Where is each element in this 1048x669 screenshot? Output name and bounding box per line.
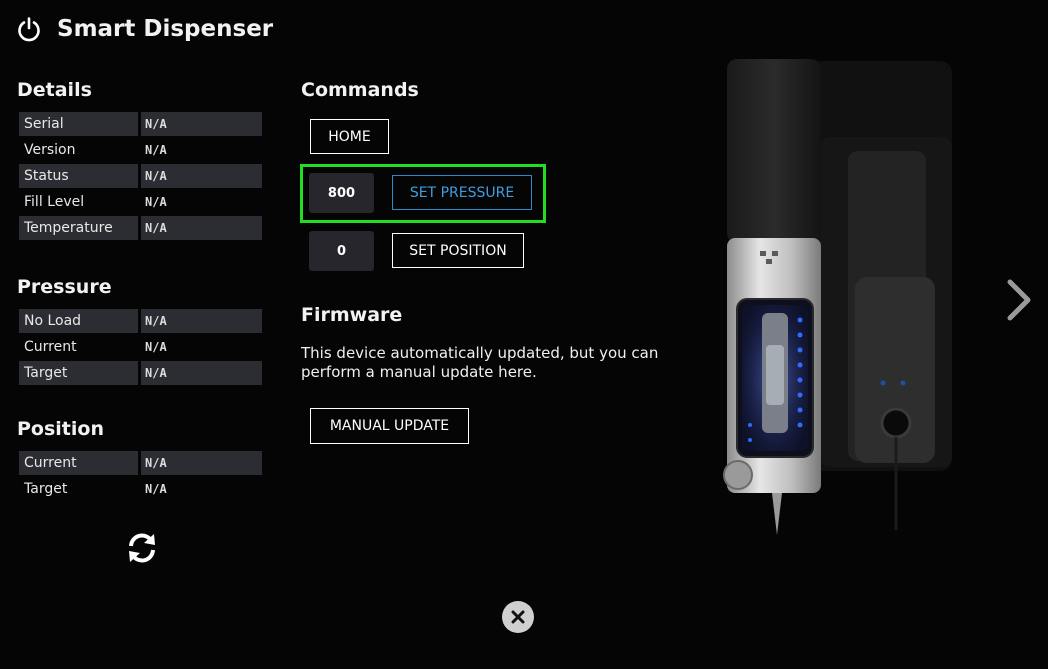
power-icon[interactable] — [16, 16, 42, 42]
close-icon — [511, 610, 525, 624]
row-label: Version — [24, 142, 76, 158]
table-row: Current N/A — [19, 451, 262, 475]
row-value: N/A — [145, 482, 167, 496]
row-label: Status — [19, 164, 138, 188]
table-row: Serial N/A — [19, 112, 262, 136]
row-label: Current — [24, 339, 77, 355]
row-value: N/A — [145, 340, 167, 354]
close-button[interactable] — [502, 601, 534, 633]
row-value: N/A — [141, 216, 262, 240]
row-label: Current — [19, 451, 138, 475]
table-row: Status N/A — [19, 164, 262, 188]
app-header: Smart Dispenser — [16, 12, 273, 46]
row-value: N/A — [145, 195, 167, 209]
row-value: N/A — [141, 361, 262, 385]
refresh-icon[interactable] — [125, 531, 159, 565]
position-table: Current N/A Target N/A — [16, 449, 265, 503]
chevron-right-icon[interactable] — [1002, 276, 1036, 324]
table-row: No Load N/A — [19, 309, 262, 333]
position-input[interactable] — [309, 231, 374, 271]
row-value: N/A — [141, 451, 262, 475]
firmware-description: This device automatically updated, but y… — [301, 344, 659, 381]
row-label: No Load — [19, 309, 138, 333]
details-table: Serial N/A Version N/A Status N/A Fill L… — [16, 110, 265, 242]
firmware-heading: Firmware — [301, 304, 403, 326]
table-row: Target N/A — [19, 477, 262, 501]
row-value: N/A — [141, 309, 262, 333]
commands-heading: Commands — [301, 79, 419, 101]
table-row: Version N/A — [19, 138, 262, 162]
table-row: Target N/A — [19, 361, 262, 385]
row-label: Temperature — [19, 216, 138, 240]
app-title: Smart Dispenser — [57, 16, 274, 42]
row-value: N/A — [141, 112, 262, 136]
table-row: Temperature N/A — [19, 216, 262, 240]
position-heading: Position — [17, 418, 104, 440]
pressure-table: No Load N/A Current N/A Target N/A — [16, 307, 265, 387]
row-label: Serial — [19, 112, 138, 136]
table-row: Current N/A — [19, 335, 262, 359]
home-button[interactable]: HOME — [310, 119, 389, 154]
set-pressure-button[interactable]: SET PRESSURE — [392, 175, 532, 210]
row-label: Fill Level — [24, 194, 85, 210]
row-label: Target — [19, 361, 138, 385]
device-image — [723, 59, 952, 535]
manual-update-button[interactable]: MANUAL UPDATE — [310, 408, 469, 444]
table-row: Fill Level N/A — [19, 190, 262, 214]
row-value: N/A — [145, 143, 167, 157]
details-heading: Details — [17, 79, 92, 101]
row-value: N/A — [141, 164, 262, 188]
set-position-button[interactable]: SET POSITION — [392, 233, 524, 268]
row-label: Target — [24, 481, 68, 497]
pressure-input[interactable] — [309, 173, 374, 213]
pressure-heading: Pressure — [17, 276, 112, 298]
